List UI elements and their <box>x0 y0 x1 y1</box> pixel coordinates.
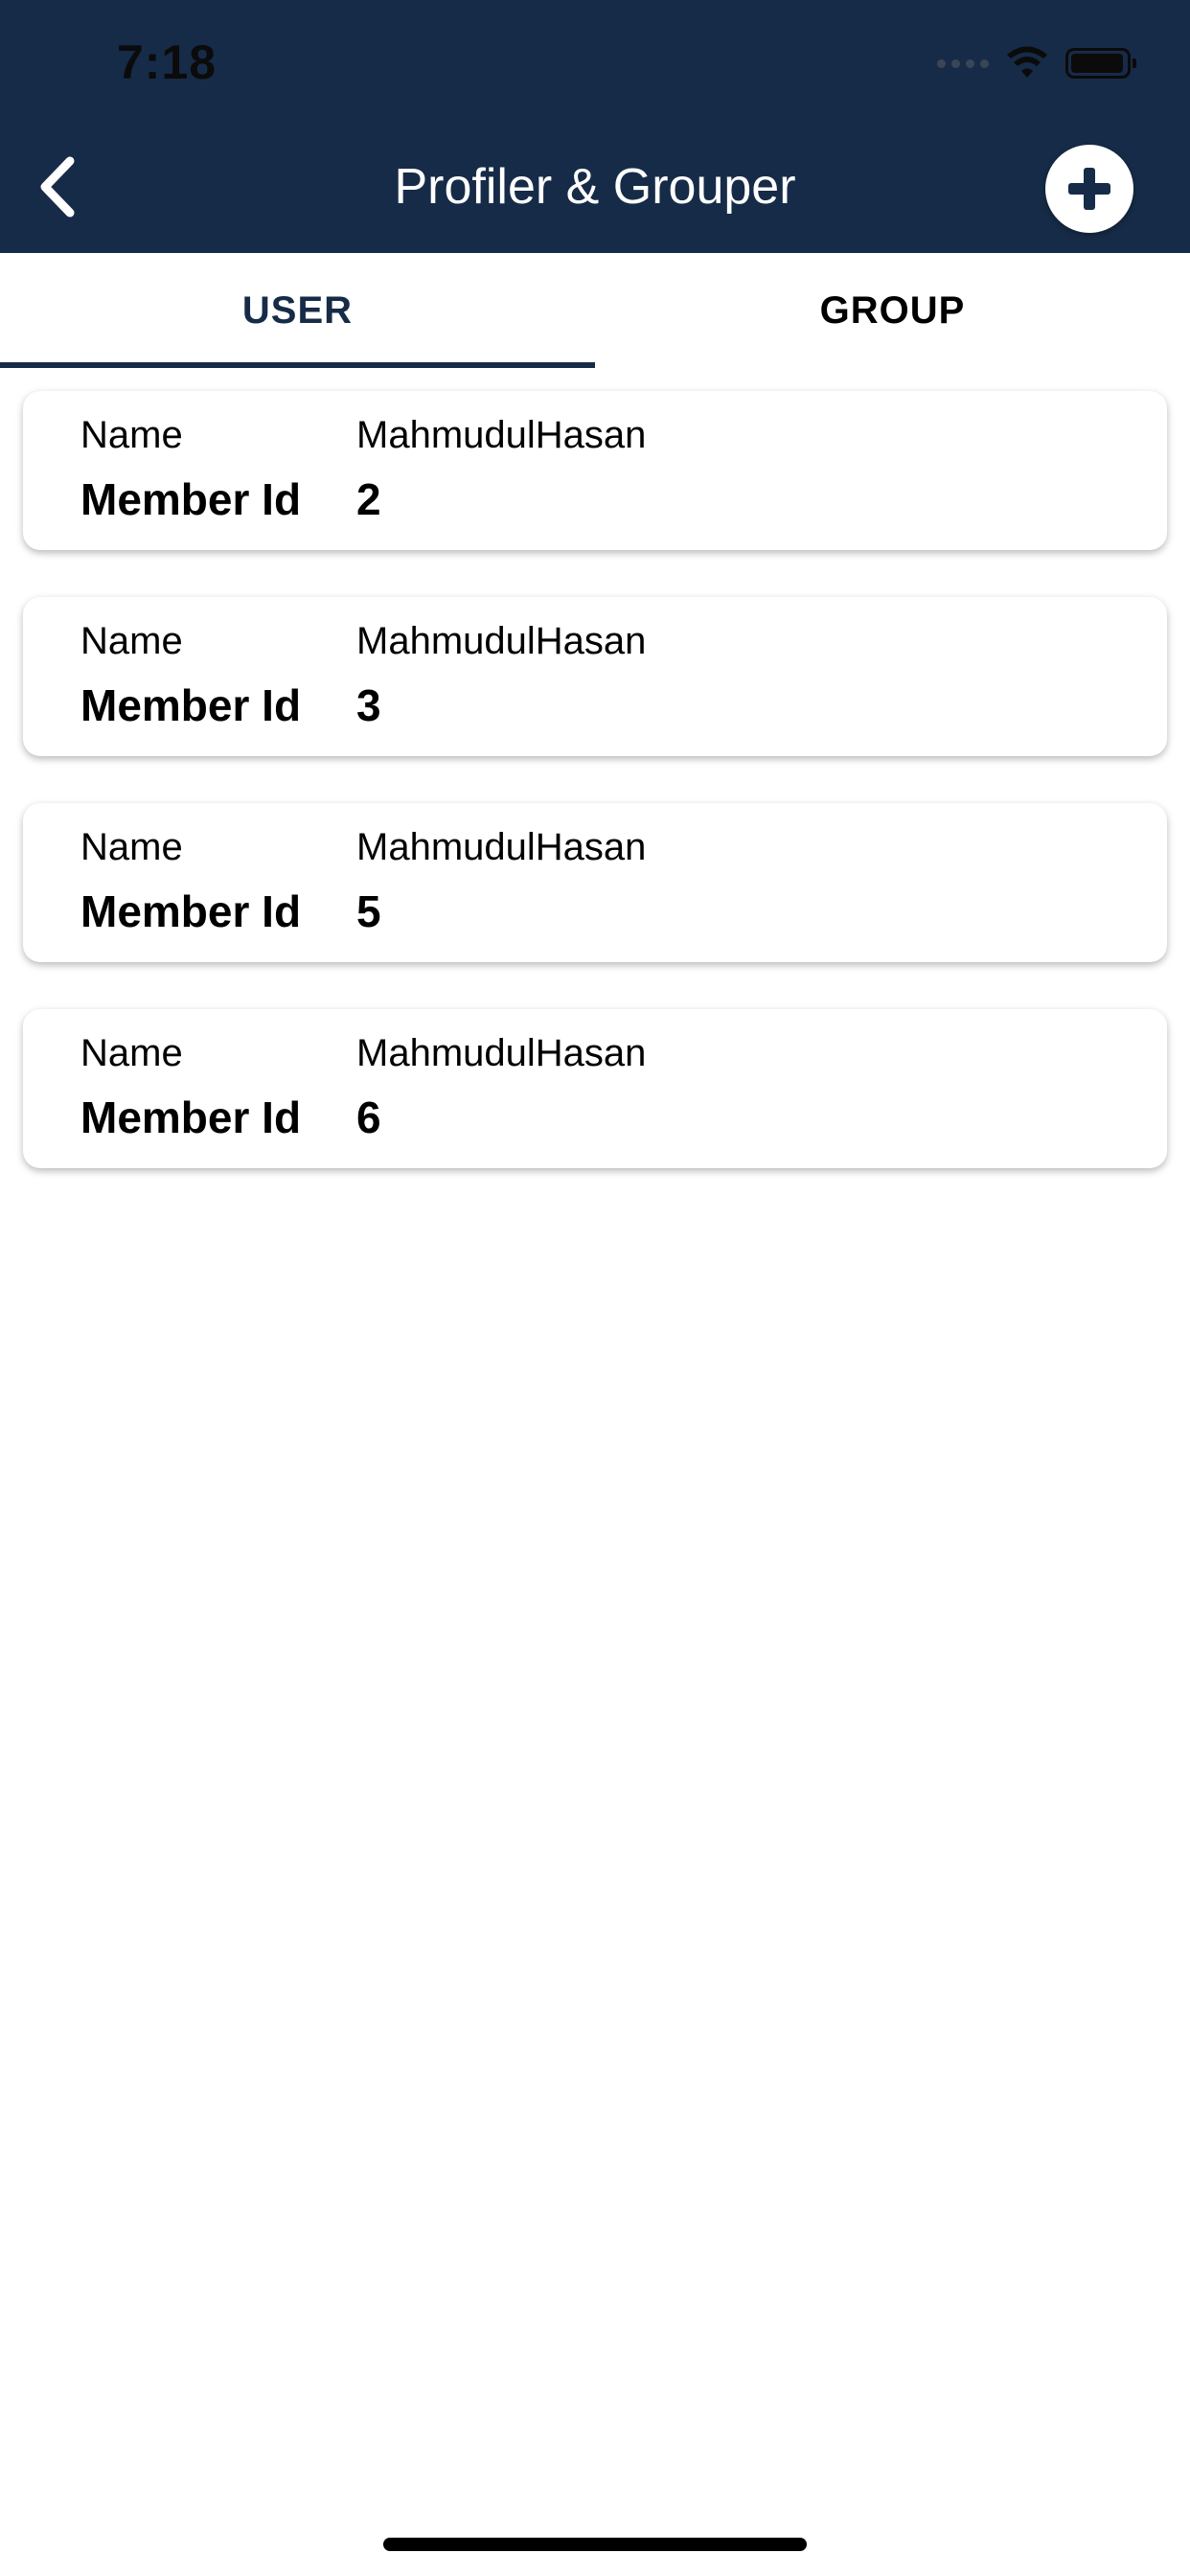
member-list: Name MahmudulHasan Member Id 2 Name Mahm… <box>23 391 1167 1215</box>
wifi-icon <box>1007 46 1047 78</box>
app-screen: 7:18 Profiler & Grouper USER GROUP Name … <box>0 0 1190 2576</box>
member-id-value: 5 <box>356 886 381 936</box>
tab-bar: USER GROUP <box>0 253 1190 368</box>
page-title: Profiler & Grouper <box>394 159 796 215</box>
member-name: MahmudulHasan <box>356 620 647 662</box>
member-id-value: 2 <box>356 474 381 524</box>
member-name: MahmudulHasan <box>356 414 647 456</box>
member-name: MahmudulHasan <box>356 826 647 868</box>
member-id-row: Member Id 5 <box>80 886 381 937</box>
plus-icon <box>1068 168 1110 210</box>
name-row: Name MahmudulHasan <box>80 620 646 663</box>
member-id-label: Member Id <box>80 1092 302 1142</box>
member-id-label: Member Id <box>80 886 302 936</box>
tab-user-label: USER <box>241 288 354 332</box>
member-id-row: Member Id 3 <box>80 679 381 731</box>
member-name: MahmudulHasan <box>356 1032 647 1074</box>
member-id-label: Member Id <box>80 474 302 524</box>
tab-user[interactable]: USER <box>0 253 595 368</box>
member-id-value: 3 <box>356 680 381 730</box>
active-tab-indicator <box>0 362 595 368</box>
name-label: Name <box>80 1032 183 1074</box>
member-id-label: Member Id <box>80 680 302 730</box>
cellular-signal-icon <box>937 58 989 68</box>
member-card[interactable]: Name MahmudulHasan Member Id 6 <box>23 1009 1167 1168</box>
name-row: Name MahmudulHasan <box>80 414 646 457</box>
tab-group-label: GROUP <box>819 288 966 332</box>
name-label: Name <box>80 414 183 456</box>
name-row: Name MahmudulHasan <box>80 1032 646 1075</box>
member-card[interactable]: Name MahmudulHasan Member Id 2 <box>23 391 1167 550</box>
member-card[interactable]: Name MahmudulHasan Member Id 5 <box>23 803 1167 962</box>
member-id-value: 6 <box>356 1092 381 1142</box>
name-label: Name <box>80 826 183 868</box>
member-id-row: Member Id 2 <box>80 473 381 525</box>
status-icons <box>937 44 1136 82</box>
home-indicator <box>383 2538 807 2551</box>
tab-group[interactable]: GROUP <box>595 253 1190 368</box>
member-card[interactable]: Name MahmudulHasan Member Id 3 <box>23 597 1167 756</box>
status-time: 7:18 <box>117 35 217 89</box>
member-id-row: Member Id 6 <box>80 1092 381 1143</box>
battery-icon <box>1065 48 1136 79</box>
add-button[interactable] <box>1045 145 1133 233</box>
name-row: Name MahmudulHasan <box>80 826 646 869</box>
name-label: Name <box>80 620 183 662</box>
navigation-header: 7:18 Profiler & Grouper <box>0 0 1190 253</box>
